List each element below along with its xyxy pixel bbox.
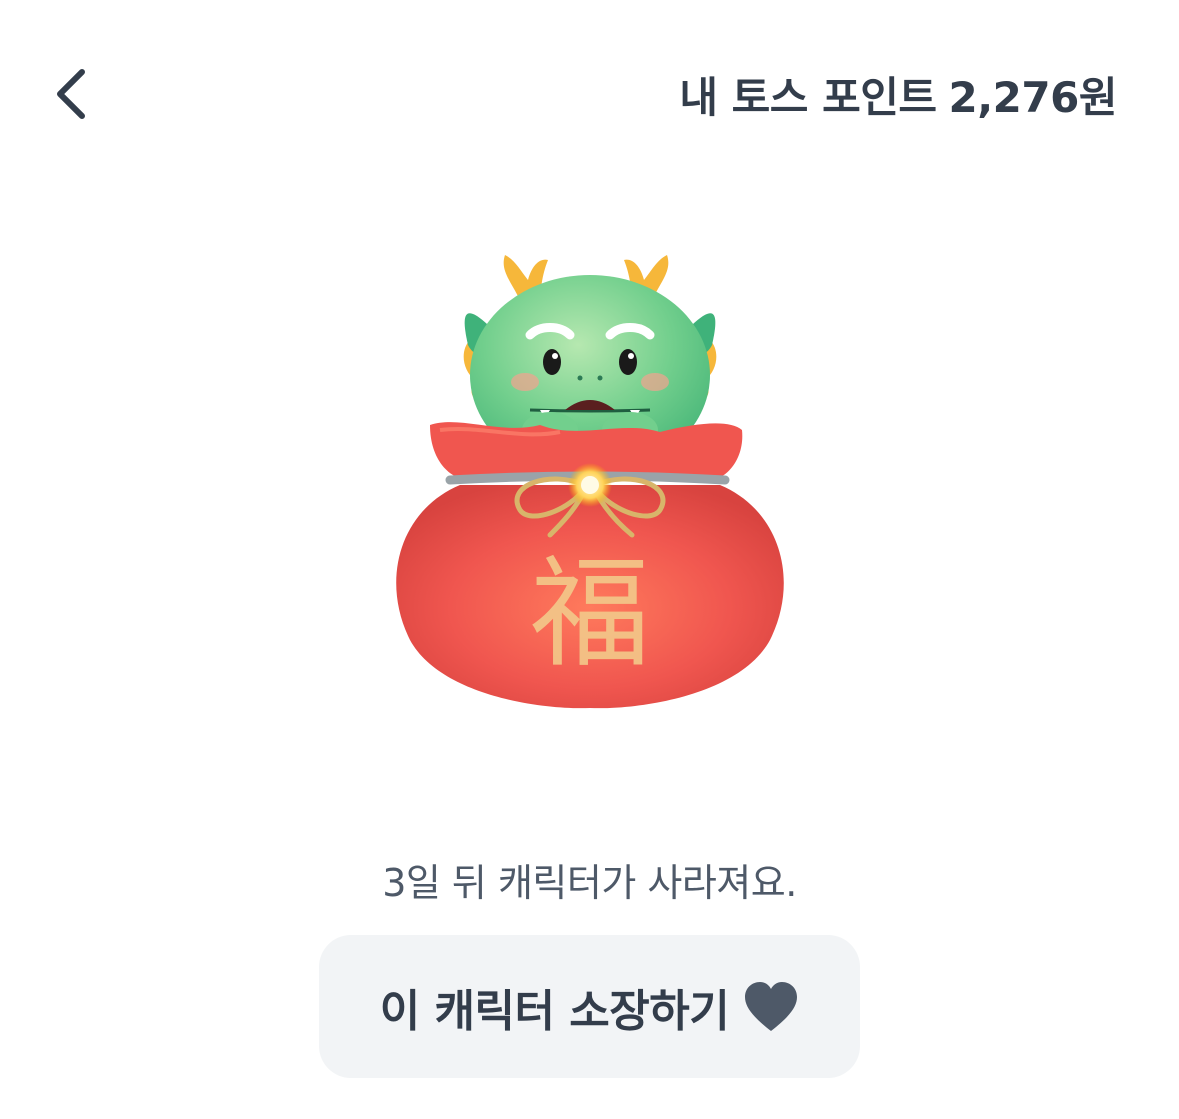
points-label: 내 토스 포인트 <box>679 72 937 122</box>
toss-points-display: 내 토스 포인트 2,276원 <box>679 64 1117 124</box>
dragon-lucky-bag-character: 福 <box>396 255 784 709</box>
heart-icon <box>745 981 798 1031</box>
back-button[interactable] <box>36 54 108 134</box>
fortune-emblem: 福 <box>530 545 650 684</box>
keep-character-button[interactable]: 이 캐릭터 소장하기 <box>319 935 860 1078</box>
points-value: 2,276원 <box>948 72 1118 122</box>
disappear-notice: 3일 뒤 캐릭터가 사라져요. <box>382 861 797 905</box>
keep-character-label: 이 캐릭터 소장하기 <box>379 985 730 1037</box>
chevron-left-icon <box>57 69 85 119</box>
